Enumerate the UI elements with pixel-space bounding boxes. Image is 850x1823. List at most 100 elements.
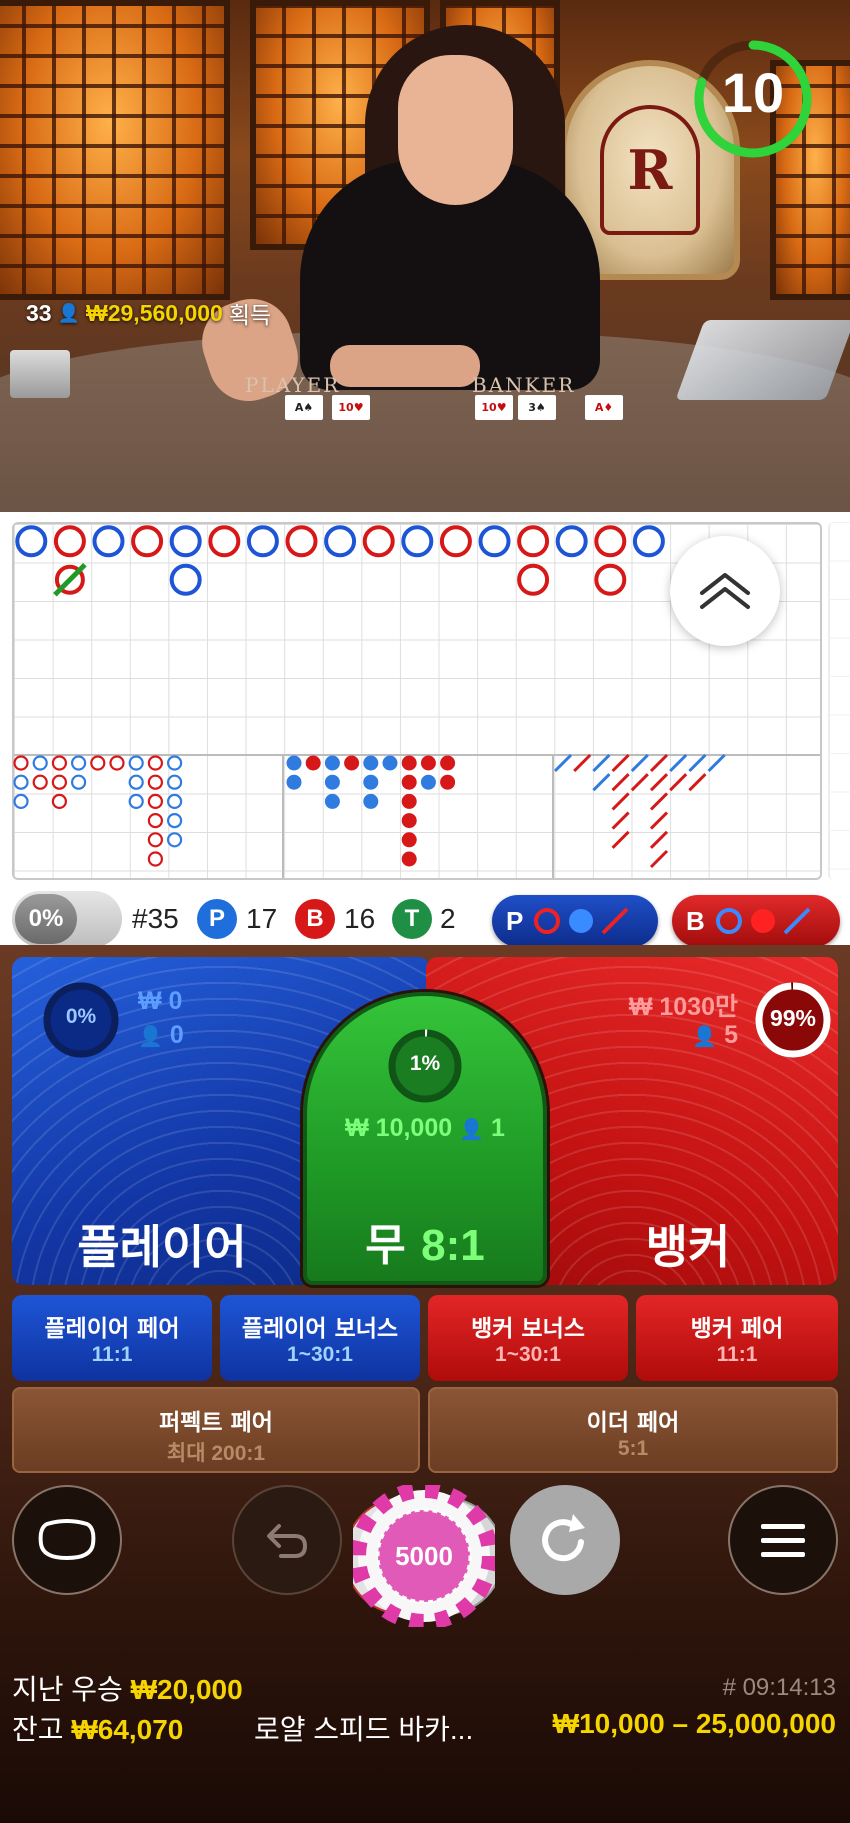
table-view-icon — [38, 1519, 96, 1561]
side-bet-name: 플레이어 보너스 — [241, 1316, 399, 1342]
predict-markers-icon — [534, 907, 629, 935]
big-road-marker — [478, 525, 511, 558]
side-bet-name: 뱅커 페어 — [690, 1316, 784, 1342]
big-eye-road-marker — [90, 755, 106, 771]
double-chevron-up-icon — [700, 573, 750, 609]
side-bet-odds: 1~30:1 — [495, 1343, 561, 1366]
big-eye-road-marker — [128, 755, 144, 771]
undo-button[interactable] — [232, 1485, 342, 1595]
cockroach-road-marker — [553, 753, 573, 773]
menu-button[interactable] — [728, 1485, 838, 1595]
big-eye-road-marker — [147, 793, 163, 809]
next-roadmap-peek[interactable] — [828, 522, 850, 880]
game-name[interactable]: 로얄 스피드 바카... — [254, 1708, 473, 1748]
small-road-marker — [305, 755, 321, 771]
side-bet-odds: 11:1 — [716, 1343, 758, 1366]
small-road-marker — [401, 774, 417, 790]
cockroach-road-marker — [707, 753, 726, 773]
dealer-arm — [330, 345, 480, 387]
big-road-marker — [15, 525, 48, 558]
player-pair-bet[interactable]: 플레이어 페어 11:1 — [12, 1295, 212, 1381]
winners-banner: 33 👤 ₩29,560,000 획득 — [26, 296, 271, 330]
small-road-marker — [401, 813, 417, 829]
big-road-marker — [285, 525, 318, 558]
percent-toggle[interactable]: 0% — [12, 891, 122, 947]
last-win-row: 지난 우승 ₩20,000 — [12, 1668, 243, 1708]
small-road-marker — [363, 793, 379, 809]
tie-percent: 1% — [409, 1052, 441, 1075]
round-id: # 09:14:13 — [722, 1674, 836, 1701]
shoe-stats-bar: 0% #35 P 17 B 16 T 2 P B — [0, 877, 850, 947]
cockroach-road-marker — [649, 830, 669, 849]
big-eye-road-marker — [147, 832, 163, 848]
collapse-roadmap-button[interactable] — [670, 536, 780, 646]
player-predict-button[interactable]: P — [492, 895, 658, 947]
big-road-marker — [439, 525, 472, 558]
big-eye-road-marker — [167, 793, 183, 809]
big-eye-road-marker — [147, 774, 163, 790]
winners-count: 33 — [26, 299, 52, 326]
player-card: A♠ — [285, 395, 323, 420]
perfect-pair-bet[interactable]: 퍼펙트 페어 최대 200:1 — [12, 1387, 420, 1473]
big-eye-road-marker — [167, 755, 183, 771]
tie-bet-area[interactable]: 1% ₩ 10,000 👤 1 무 8:1 — [303, 992, 547, 1285]
banker-percent: 99% — [769, 1005, 817, 1031]
winners-suffix: 획득 — [228, 302, 272, 328]
cockroach-road-marker — [649, 753, 669, 773]
big-eye-road-marker — [109, 755, 125, 771]
big-eye-road-marker — [32, 755, 48, 771]
small-road-marker — [286, 755, 302, 771]
player-bonus-bet[interactable]: 플레이어 보너스 1~30:1 — [220, 1295, 420, 1381]
card-discard-tray — [10, 350, 70, 398]
tie-total: ₩ 10,000 👤 1 — [307, 1114, 543, 1143]
last-win-label: 지난 우승 — [12, 1674, 123, 1705]
big-eye-road-marker — [167, 774, 183, 790]
small-road-marker — [420, 755, 436, 771]
big-road-marker — [517, 525, 550, 558]
cockroach-road-marker — [669, 753, 688, 773]
big-road-marker — [131, 525, 164, 558]
card-shoe — [675, 320, 850, 400]
cockroach-road-marker — [669, 773, 688, 792]
banker-badge: B — [295, 899, 335, 939]
cockroach-road-marker — [592, 773, 611, 792]
side-bet-name: 뱅커 보너스 — [471, 1316, 585, 1342]
player-percent: 0% — [65, 1005, 97, 1028]
big-eye-road-marker — [32, 774, 48, 790]
big-road-marker — [208, 525, 241, 558]
side-bet-odds: 11:1 — [91, 1343, 133, 1366]
person-icon: 👤 — [138, 1026, 163, 1048]
small-road-marker — [401, 832, 417, 848]
tie-total-amount: ₩ 10,000 — [345, 1114, 453, 1142]
pair-bet-name: 퍼펙트 페어 — [159, 1410, 273, 1436]
felt-player-label: PLAYER — [245, 373, 341, 397]
small-road-marker — [363, 774, 379, 790]
player-total-amount: ₩ 0 — [138, 987, 183, 1015]
banker-predict-button[interactable]: B — [672, 895, 840, 947]
banker-pair-bet[interactable]: 뱅커 페어 11:1 — [636, 1295, 838, 1381]
banker-card: 3♠ — [518, 395, 556, 420]
cockroach-road-marker — [611, 792, 630, 811]
big-eye-road-marker — [13, 793, 29, 809]
big-eye-road-marker — [13, 755, 29, 771]
small-road-marker — [440, 774, 456, 790]
footer-info: 지난 우승 ₩20,000 # 09:14:13 잔고 ₩64,070 로얄 스… — [0, 1660, 850, 1770]
either-pair-bet[interactable]: 이더 페어 5:1 — [428, 1387, 838, 1473]
big-eye-road-marker — [128, 793, 144, 809]
banker-count: 16 — [344, 903, 376, 934]
tie-badge: T — [392, 899, 432, 939]
cockroach-road-marker — [649, 792, 669, 811]
big-road-marker — [517, 563, 550, 596]
table-view-button[interactable] — [12, 1485, 122, 1595]
table-limits[interactable]: ₩10,000 – 25,000,000 — [553, 1708, 836, 1740]
small-road-marker — [382, 755, 398, 771]
player-bettor-count: 0 — [169, 1021, 184, 1049]
winners-amount: ₩29,560,000 — [86, 299, 223, 326]
cockroach-road-marker — [630, 773, 649, 792]
cockroach-road-marker — [573, 753, 592, 773]
repeat-icon — [542, 1514, 585, 1562]
banker-bonus-bet[interactable]: 뱅커 보너스 1~30:1 — [428, 1295, 628, 1381]
rebet-button[interactable] — [510, 1485, 620, 1595]
pair-bet-name: 이더 페어 — [586, 1410, 680, 1436]
tie-odds: 8:1 — [421, 1221, 485, 1270]
